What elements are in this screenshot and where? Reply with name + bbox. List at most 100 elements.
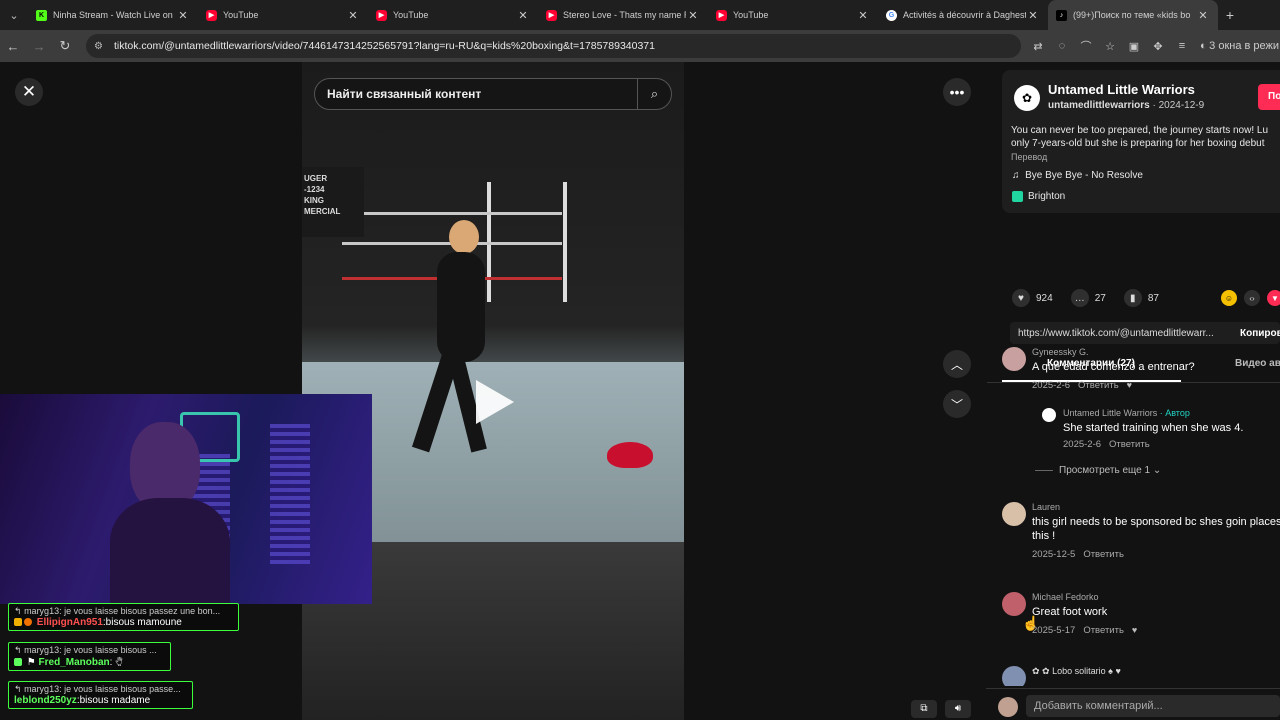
heart-icon: ♥ [1012,289,1030,307]
close-video-button[interactable]: ✕ [15,78,43,106]
emote-icon: 🖐︎ [115,657,123,668]
comment-count: 27 [1094,292,1106,304]
volume-icon[interactable]: 🔊︎ [945,700,971,718]
search-input[interactable]: Найти связанный контент [327,87,637,101]
author-badge: · Автор [1159,408,1190,418]
browser-tab-active[interactable]: ♪ (99+)Поиск по теме «kids bo ✕ [1048,0,1218,30]
chevron-down-icon: ⌄ [1152,465,1162,476]
chat-text: : [109,657,113,668]
view-more-label: Просмотреть еще 1 [1059,465,1151,476]
reply-author-line: Untamed Little Warriors · Автор [1063,408,1190,418]
reload-icon[interactable]: ↻ [52,30,78,62]
comment-date: 2025-2-6 [1032,380,1071,391]
screenshot-icon[interactable]: ▣ [1122,40,1146,53]
commenter-avatar[interactable] [1002,502,1026,526]
like-count: 924 [1036,292,1053,304]
user-avatar[interactable] [998,697,1018,717]
browser-tab[interactable]: ▶ YouTube ✕ [708,0,878,30]
browser-tab[interactable]: G Activités à découvrir à Daghest ✕ [878,0,1048,30]
reply-button[interactable]: Ответить [1078,380,1119,391]
author-name[interactable]: Untamed Little Warriors [1048,82,1195,97]
kick-icon: K [36,9,47,21]
view-more-replies[interactable]: Просмотреть еще 1 ⌄ [1035,465,1161,476]
comment-input-bar: Добавить комментарий... [986,688,1280,720]
music-link[interactable]: ♫ Bye Bye Bye - No Resolve [1012,170,1143,181]
more-options-icon[interactable]: ••• [943,78,971,106]
comment-meta: 2025-12-5 Ответить [1032,549,1132,560]
floating-player-icon[interactable]: ⧉ [911,700,937,718]
description-line: You can never be too prepared, the journ… [1011,125,1269,136]
share-send-icon[interactable]: ▼ [1267,290,1280,306]
close-tab-icon[interactable]: ✕ [1196,9,1210,22]
tiktok-icon: ♪ [1056,9,1067,21]
copy-link-button[interactable]: Копиров [1240,328,1280,339]
close-tab-icon[interactable]: ✕ [1026,9,1040,22]
commenter-name[interactable]: Lobo solitario [1052,666,1106,676]
post-link[interactable]: https://www.tiktok.com/@untamedlittlewar… [1018,328,1214,339]
comment-item: Gyneessky G. A qué edad comenzó a entren… [1002,347,1280,397]
windows-indicator[interactable]: ◐ 3 окна в режи [1194,40,1279,52]
search-icon[interactable]: ⌕ [637,79,671,109]
extensions-icon[interactable]: ✥ [1146,40,1170,53]
next-video-button[interactable]: ﹀ [943,390,971,418]
chat-username: EllipignAn951 [36,617,103,628]
close-tab-icon[interactable]: ✕ [346,9,360,22]
commenter-name[interactable]: Michael Fedorko [1032,592,1099,602]
embed-icon[interactable]: ‹› [1244,290,1260,306]
browser-tab[interactable]: ▶ YouTube ✕ [368,0,538,30]
address-bar[interactable]: ⚙ tiktok.com/@untamedlittlewarriors/vide… [86,34,1021,58]
commenter-avatar[interactable] [1002,347,1026,371]
forward-icon[interactable]: → [26,30,52,62]
author-avatar[interactable] [1042,408,1056,422]
reply-button[interactable]: Ответить [1083,625,1124,636]
tab-search-menu-icon[interactable]: ⌄ [0,0,28,30]
chat-username: Fred_Manoban [38,657,110,668]
comment-meta: 2025-5-17 Ответить ♥ [1032,625,1145,636]
chat-message: ↰ maryg13: je vous laisse bisous passe..… [8,681,193,709]
translate-icon[interactable]: ⇄ [1026,40,1050,53]
location-icon [1012,191,1023,202]
reply-author-name[interactable]: Untamed Little Warriors [1063,408,1157,418]
browser-tab[interactable]: ▶ Stereo Love - Thats my name Ri ✕ [538,0,708,30]
previous-video-button[interactable]: ︿ [943,350,971,378]
commenter-name[interactable]: Lauren [1032,502,1060,512]
browser-tab[interactable]: K Ninha Stream - Watch Live on K ✕ [28,0,198,30]
save-button[interactable]: ▮ 87 [1123,289,1159,307]
reply-button[interactable]: Ответить [1109,439,1150,450]
eye-off-icon[interactable]: ◌ [1050,40,1074,52]
location-link[interactable]: Brighton [1012,191,1065,202]
music-title: Bye Bye Bye - No Resolve [1025,170,1143,181]
chat-reply-text: maryg13: je vous laisse bisous passez un… [24,606,221,616]
commenter-name-line: ✿ ✿ Lobo solitario ♠ ♥ [1032,666,1121,677]
close-tab-icon[interactable]: ✕ [856,9,870,22]
author-avatar[interactable]: ✿ [1014,85,1040,111]
comment-input[interactable]: Добавить комментарий... [1026,695,1280,717]
author-handle[interactable]: untamedlittlewarriors [1048,100,1150,111]
cast-icon[interactable]: ⌒ [1074,38,1098,54]
reply-button[interactable]: Ответить [1083,549,1124,560]
close-tab-icon[interactable]: ✕ [516,9,530,22]
comment-button[interactable]: … 27 [1070,289,1106,307]
like-button[interactable]: ♥ 924 [1012,289,1053,307]
back-icon[interactable]: ← [0,30,26,62]
close-tab-icon[interactable]: ✕ [686,9,700,22]
commenter-avatar[interactable] [1002,666,1026,686]
site-info-icon[interactable]: ⚙ [94,41,108,52]
chat-text: :bisous madame [76,695,151,706]
share-icon[interactable]: ☺ [1221,290,1237,306]
gym-sign: UGER -1234 KING MERCIAL [302,167,364,237]
webcam-overlay [0,394,372,604]
commenter-name[interactable]: Gyneessky G. [1032,347,1089,357]
browser-tab-strip: ⌄ K Ninha Stream - Watch Live on K ✕ ▶ YouT… [0,0,1280,30]
browser-tab[interactable]: ▶ YouTube ✕ [198,0,368,30]
star-icon[interactable]: ☆ [1098,40,1122,53]
play-icon[interactable] [476,380,514,424]
follow-button[interactable]: По [1258,84,1280,110]
new-tab-button[interactable]: + [1218,7,1242,23]
commenter-avatar[interactable] [1002,592,1026,616]
chat-reply-context: ↰ maryg13: je vous laisse bisous ... [14,645,165,656]
translate-link[interactable]: Перевод [1011,152,1047,162]
related-search-bar[interactable]: Найти связанный контент ⌕ [314,78,672,110]
close-tab-icon[interactable]: ✕ [176,9,190,22]
reading-list-icon[interactable]: ≡ [1170,40,1194,52]
